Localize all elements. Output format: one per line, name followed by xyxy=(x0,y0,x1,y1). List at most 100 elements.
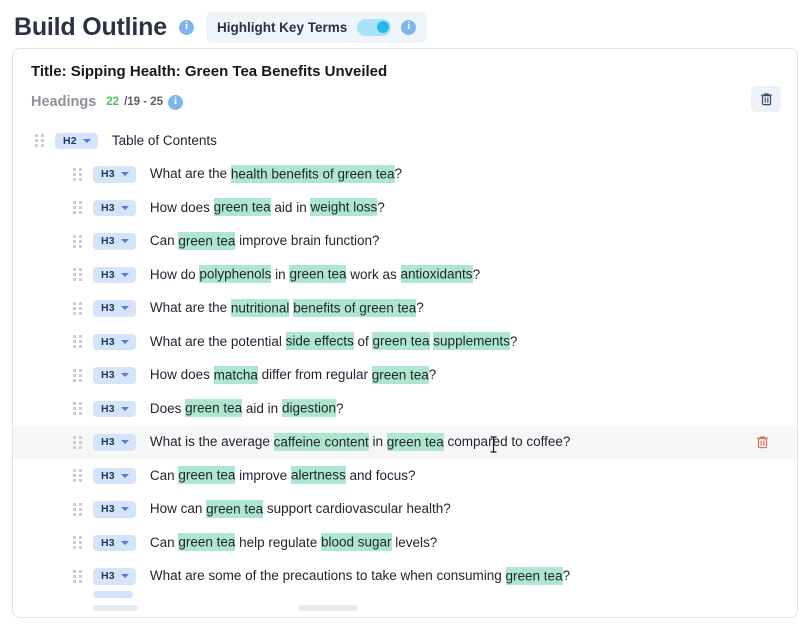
heading-text-segment: What are the xyxy=(149,166,231,182)
key-term-highlight: green tea xyxy=(185,399,243,418)
heading-text-segment: in xyxy=(368,434,387,450)
drag-handle-icon[interactable] xyxy=(73,536,82,550)
heading-level-select[interactable]: H3 xyxy=(93,333,136,350)
heading-text-segment: ? xyxy=(394,166,403,182)
drag-handle-icon[interactable] xyxy=(73,569,82,583)
heading-text[interactable]: What are the health benefits of green te… xyxy=(149,164,403,183)
outline-row[interactable]: H3 Does green tea aid in digestion? xyxy=(13,392,797,426)
drag-handle-icon[interactable] xyxy=(73,335,82,349)
delete-heading-button[interactable] xyxy=(753,433,771,451)
drag-handle-icon[interactable] xyxy=(35,134,44,148)
outline-row[interactable]: H3 Can green tea improve brain function? xyxy=(13,225,797,259)
outline-row[interactable]: H3 How does green tea aid in weight loss? xyxy=(13,191,797,225)
key-term-highlight: health benefits of green tea xyxy=(230,164,395,183)
headings-summary: Headings 22/19 - 25 i xyxy=(13,86,797,112)
headings-info-icon[interactable]: i xyxy=(168,94,184,110)
heading-text[interactable]: What is the average caffeine content in … xyxy=(149,432,570,451)
heading-level-label: H3 xyxy=(101,168,115,180)
heading-level-label: H2 xyxy=(63,134,77,147)
heading-level-label: H3 xyxy=(101,536,115,549)
heading-text[interactable]: Table of Contents xyxy=(112,133,217,149)
heading-level-select[interactable]: H2 xyxy=(55,132,98,149)
heading-level-select[interactable]: H3 xyxy=(93,233,136,250)
drag-handle-icon[interactable] xyxy=(73,167,82,181)
heading-text-segment: How does xyxy=(149,199,214,215)
heading-text[interactable]: How do polyphenols in green tea work as … xyxy=(149,265,480,284)
key-term-highlight: alertness xyxy=(290,466,346,485)
highlight-info-icon[interactable]: i xyxy=(401,19,417,35)
outline-row[interactable]: H3 What is the average caffeine content i… xyxy=(13,425,797,459)
drag-handle-icon[interactable] xyxy=(73,234,82,248)
headings-count-current: 22 xyxy=(106,96,120,108)
outline-row[interactable]: H3 Can green tea help regulate blood suga… xyxy=(13,526,797,560)
outline-row[interactable]: H3 What are some of the precautions to ta… xyxy=(13,560,797,594)
chevron-down-icon xyxy=(120,172,129,177)
chevron-down-icon xyxy=(120,373,129,378)
heading-text-segment: How do xyxy=(149,266,200,282)
drag-handle-icon[interactable] xyxy=(73,502,82,516)
key-term-highlight: supplements xyxy=(433,332,510,351)
outline-row[interactable]: H3 How do polyphenols in green tea work a… xyxy=(13,258,797,292)
heading-text[interactable]: How does green tea aid in weight loss? xyxy=(149,198,385,217)
chevron-down-icon xyxy=(120,205,129,210)
heading-text-segment: What is the average xyxy=(149,434,274,450)
heading-text-segment: How does xyxy=(149,367,214,383)
highlight-key-terms-toggle[interactable] xyxy=(357,18,392,36)
heading-text[interactable]: What are some of the precautions to take… xyxy=(149,566,571,585)
heading-text[interactable]: Can green tea help regulate blood sugar … xyxy=(149,533,437,552)
outline-row[interactable]: H3 What are the potential side effects of… xyxy=(13,325,797,359)
heading-level-select[interactable]: H3 xyxy=(93,166,136,183)
headings-count: 22/19 - 25 i xyxy=(106,94,184,110)
heading-level-select[interactable]: H3 xyxy=(93,534,136,551)
delete-all-headings-button[interactable] xyxy=(751,86,781,112)
drag-handle-icon[interactable] xyxy=(73,469,82,483)
heading-text-segment: Can xyxy=(149,534,179,550)
highlight-key-terms-control[interactable]: Highlight Key Terms i xyxy=(205,11,428,43)
heading-text[interactable]: How does matcha differ from regular gree… xyxy=(149,365,437,384)
drag-handle-icon[interactable] xyxy=(73,368,82,382)
drag-handle-icon[interactable] xyxy=(73,268,82,282)
heading-text[interactable]: How can green tea support cardiovascular… xyxy=(150,499,451,518)
heading-text-segment: ? xyxy=(335,400,344,416)
heading-text[interactable]: Can green tea improve brain function? xyxy=(150,231,379,250)
outline-row[interactable]: H3 How does matcha differ from regular gr… xyxy=(13,359,797,393)
heading-level-select[interactable]: H3 xyxy=(93,400,136,417)
key-term-highlight: blood sugar xyxy=(320,533,392,552)
heading-text[interactable]: What are the nutritional benefits of gre… xyxy=(150,298,424,317)
heading-text-segment: aid in xyxy=(270,199,311,215)
drag-handle-icon[interactable] xyxy=(73,435,82,449)
drag-handle-icon[interactable] xyxy=(73,301,82,315)
title-info-icon[interactable]: i xyxy=(178,19,194,35)
outline-row[interactable]: H3 What are the nutritional benefits of g… xyxy=(13,292,797,326)
heading-text[interactable]: Can green tea improve alertness and focu… xyxy=(150,466,416,485)
heading-text[interactable]: Does green tea aid in digestion? xyxy=(149,399,344,418)
heading-level-label: H3 xyxy=(101,268,115,281)
outline-row[interactable]: H3 Can green tea improve alertness and fo… xyxy=(13,459,797,493)
heading-text-segment: What are some of the precautions to take… xyxy=(149,568,506,584)
page-title: Build Outline xyxy=(14,12,167,41)
chevron-down-icon xyxy=(120,574,129,579)
heading-text[interactable]: What are the potential side effects of g… xyxy=(150,332,518,351)
key-term-highlight: matcha xyxy=(213,365,258,384)
outline-row[interactable]: H2 Table of Contents xyxy=(13,124,797,158)
heading-text-segment: ? xyxy=(428,367,437,383)
heading-level-select[interactable]: H3 xyxy=(93,300,136,317)
key-term-highlight: green tea xyxy=(386,432,444,451)
drag-handle-icon[interactable] xyxy=(73,402,82,416)
outline-row[interactable]: H3 What are the health benefits of green … xyxy=(13,158,797,192)
heading-level-select[interactable]: H3 xyxy=(93,199,136,216)
heading-level-select[interactable]: H3 xyxy=(93,501,136,518)
heading-level-select[interactable]: H3 xyxy=(93,266,136,283)
heading-level-select[interactable]: H3 xyxy=(93,467,136,484)
heading-text-segment: ? xyxy=(562,568,571,584)
heading-level-select[interactable]: H3 xyxy=(93,568,136,585)
heading-text-segment: Does xyxy=(149,400,186,416)
heading-level-select[interactable]: H3 xyxy=(93,434,136,451)
chevron-down-icon xyxy=(120,306,129,311)
heading-level-select[interactable]: H3 xyxy=(93,367,136,384)
key-term-highlight: nutritional xyxy=(230,298,290,317)
partial-next-row xyxy=(13,591,797,617)
heading-text-segment: ? xyxy=(509,333,518,349)
outline-row[interactable]: H3 How can green tea support cardiovascul… xyxy=(13,493,797,527)
drag-handle-icon[interactable] xyxy=(73,201,82,215)
